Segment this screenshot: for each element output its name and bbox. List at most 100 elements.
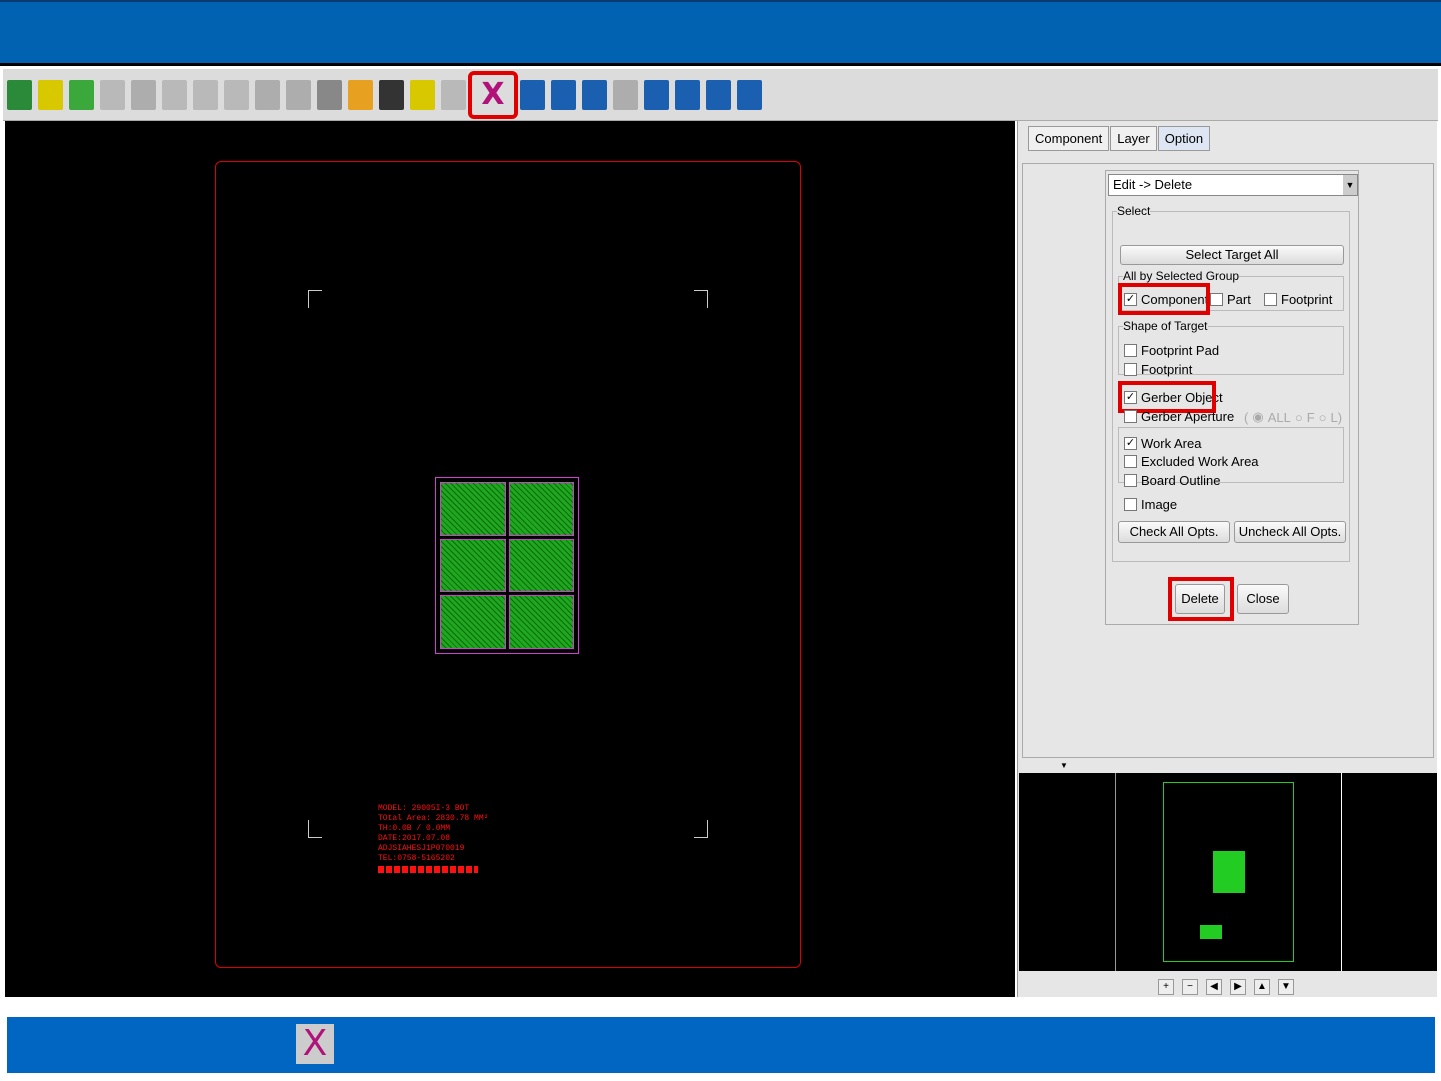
pcb-unit xyxy=(440,595,506,649)
uncheck-all-button[interactable]: Uncheck All Opts. xyxy=(1234,521,1346,543)
corner-mark xyxy=(308,820,322,838)
nav-button[interactable]: + xyxy=(1158,979,1174,995)
tab-option[interactable]: Option xyxy=(1157,126,1211,151)
hand-icon[interactable] xyxy=(224,79,249,110)
check-all-button[interactable]: Check All Opts. xyxy=(1118,521,1230,543)
nav-button[interactable]: ▶ xyxy=(1230,979,1246,995)
info-line: ADJSIAHESJ1P070019 xyxy=(378,844,465,853)
label: L) xyxy=(1330,409,1343,425)
collapse-arrow-icon[interactable]: ▼ xyxy=(1060,761,1068,770)
y-align-all-icon[interactable] xyxy=(737,79,762,110)
chevron-down-icon[interactable]: ▼ xyxy=(1343,175,1357,195)
image-checkbox[interactable]: Image xyxy=(1124,497,1177,512)
radio-all[interactable]: ◉ xyxy=(1252,409,1263,425)
excluded-work-area-checkbox[interactable]: Excluded Work Area xyxy=(1124,454,1259,469)
board-info-text: MODEL: 29005I-3 BOT TOtal Area: 2830.78 … xyxy=(378,804,488,873)
checkbox[interactable] xyxy=(1124,498,1137,511)
rotate-icon[interactable] xyxy=(551,79,576,110)
overview-info xyxy=(1200,925,1222,939)
pcb-unit xyxy=(508,482,574,536)
grid-icon[interactable] xyxy=(317,79,342,110)
label: Work Area xyxy=(1141,436,1202,451)
footprint-shape-checkbox[interactable]: Footprint xyxy=(1124,362,1192,377)
footprint-checkbox[interactable]: Footprint xyxy=(1264,292,1332,307)
nav-button[interactable]: ▼ xyxy=(1278,979,1294,995)
checkbox[interactable] xyxy=(1124,455,1137,468)
drill-icon[interactable] xyxy=(410,79,435,110)
tab-layer[interactable]: Layer xyxy=(1110,126,1157,151)
corner-mark xyxy=(694,820,708,838)
move-icon[interactable] xyxy=(520,79,545,110)
select-target-all-button[interactable]: Select Target All xyxy=(1120,245,1344,265)
gerber-aperture-checkbox[interactable]: Gerber Aperture xyxy=(1124,409,1234,424)
caption-bar: X xyxy=(7,1017,1435,1073)
x-align-all-icon[interactable] xyxy=(706,79,731,110)
shape-legend: Shape of Target xyxy=(1123,319,1208,333)
array-icon[interactable] xyxy=(162,79,187,110)
company-name-line xyxy=(378,866,478,873)
label: Excluded Work Area xyxy=(1141,454,1259,469)
mode-select[interactable]: Edit -> Delete ▼ xyxy=(1108,174,1358,196)
copy-icon[interactable] xyxy=(613,79,638,110)
label: F xyxy=(1306,409,1315,425)
part-checkbox[interactable]: Part xyxy=(1210,292,1251,307)
m2-icon[interactable] xyxy=(441,79,466,110)
checkbox[interactable] xyxy=(1210,293,1223,306)
toolbar: X xyxy=(3,69,1438,121)
pcb-unit xyxy=(508,595,574,649)
pcb-unit xyxy=(508,538,574,593)
rotate-all-icon[interactable] xyxy=(644,79,669,110)
chip-icon[interactable] xyxy=(131,79,156,110)
overview-map[interactable] xyxy=(1019,773,1437,971)
ic-icon[interactable] xyxy=(255,79,280,110)
nav-button[interactable]: ▲ xyxy=(1254,979,1270,995)
tab-component[interactable]: Component xyxy=(1028,126,1110,151)
target-icon[interactable] xyxy=(379,79,404,110)
overview-panel xyxy=(1213,851,1245,893)
import-icon[interactable] xyxy=(348,79,373,110)
aperture-radio-group: (◉ ALL ○ F ○ L) xyxy=(1244,409,1342,425)
checkbox[interactable] xyxy=(1124,363,1137,376)
delete-options: Edit -> Delete ▼ Select Select Target All… xyxy=(1105,170,1359,625)
title-bar xyxy=(0,0,1441,66)
paren: ( xyxy=(1244,409,1249,425)
nav-button[interactable]: − xyxy=(1182,979,1198,995)
checkbox[interactable] xyxy=(1124,474,1137,487)
info-line: TH:0.0B / 0.0MM xyxy=(378,824,451,833)
checkbox[interactable]: ✓ xyxy=(1124,437,1137,450)
m-icon[interactable] xyxy=(100,79,125,110)
array2-icon[interactable] xyxy=(193,79,218,110)
label: Footprint Pad xyxy=(1141,343,1220,358)
rotate-all2-icon[interactable] xyxy=(675,79,700,110)
checkbox[interactable] xyxy=(1124,410,1137,423)
label: Board Outline xyxy=(1141,473,1221,488)
group-legend: All by Selected Group xyxy=(1123,269,1240,283)
info-line: MODEL: 29005I-3 BOT xyxy=(378,804,470,813)
board-outline-checkbox[interactable]: Board Outline xyxy=(1124,473,1221,488)
footprint-pad-checkbox[interactable]: Footprint Pad xyxy=(1124,343,1219,358)
info-line: TOtal Area: 2830.78 MM² xyxy=(378,814,489,823)
radio-f[interactable]: ○ xyxy=(1295,410,1303,425)
close-button[interactable]: Close xyxy=(1237,584,1289,614)
label: Gerber Aperture xyxy=(1141,409,1235,424)
checkbox[interactable] xyxy=(1124,344,1137,357)
nav-button[interactable]: ◀ xyxy=(1206,979,1222,995)
work-area-checkbox[interactable]: ✓ Work Area xyxy=(1124,436,1201,451)
ic2-icon[interactable] xyxy=(286,79,311,110)
corner-mark xyxy=(308,290,322,308)
highlight-box xyxy=(1168,577,1234,621)
origin-icon[interactable] xyxy=(38,79,63,110)
delete-icon[interactable]: X xyxy=(468,70,518,119)
checkbox[interactable] xyxy=(1264,293,1277,306)
radio-l[interactable]: ○ xyxy=(1319,410,1327,425)
line-tool-icon[interactable] xyxy=(7,79,32,110)
component-icon[interactable] xyxy=(69,79,94,110)
mode-value: Edit -> Delete xyxy=(1113,177,1193,192)
mirror-icon[interactable] xyxy=(582,79,607,110)
gerber-panel[interactable] xyxy=(435,477,579,654)
tab-bar: Component Layer Option xyxy=(1028,126,1211,151)
pcb-canvas[interactable]: MODEL: 29005I-3 BOT TOtal Area: 2830.78 … xyxy=(5,121,1015,997)
nav-buttons: + − ◀ ▶ ▲ ▼ xyxy=(1158,979,1294,995)
info-line: DATE:2017.07.08 xyxy=(378,834,451,843)
overview-viewport[interactable] xyxy=(1115,773,1342,971)
